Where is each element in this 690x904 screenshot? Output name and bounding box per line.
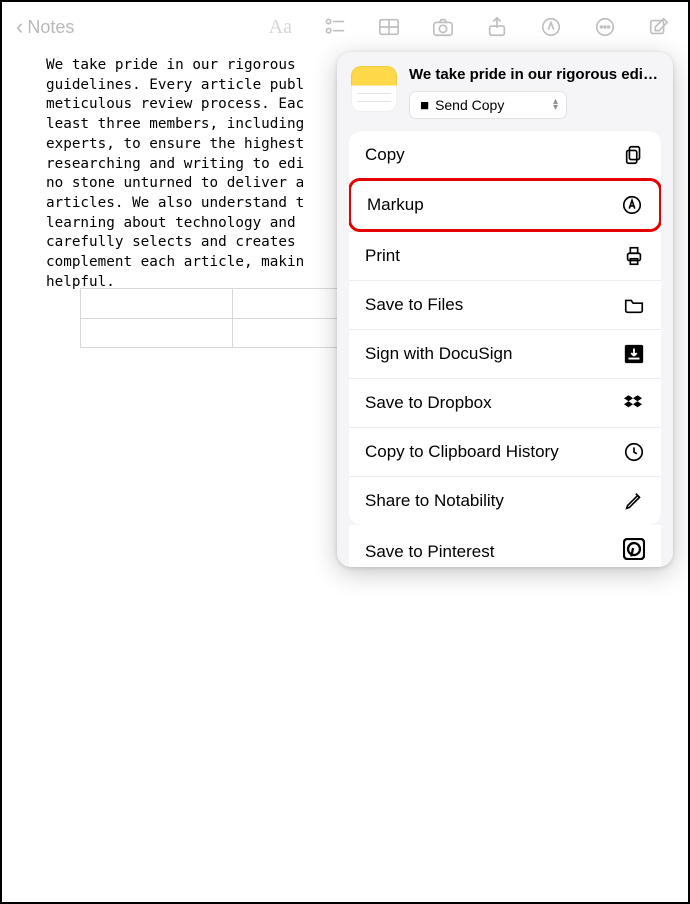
- action-print[interactable]: Print: [349, 231, 661, 280]
- action-sign-docusign[interactable]: Sign with DocuSign: [349, 329, 661, 378]
- share-sheet-header: We take pride in our rigorous edit… ■︎ S…: [337, 52, 673, 131]
- dropbox-icon: [623, 392, 645, 414]
- share-sheet-title: We take pride in our rigorous edit…: [409, 66, 659, 83]
- share-actions-list: Copy Markup Print Save to Files Sign wit…: [349, 131, 661, 525]
- camera-icon[interactable]: [432, 16, 454, 38]
- copy-icon: [623, 144, 645, 166]
- chevron-left-icon: ‹: [16, 16, 23, 38]
- back-button[interactable]: ‹ Notes: [16, 16, 74, 38]
- print-icon: [623, 245, 645, 267]
- history-icon: [623, 441, 645, 463]
- markup-icon: [621, 194, 643, 216]
- compose-icon[interactable]: [648, 16, 670, 38]
- top-toolbar: ‹ Notes Aa: [2, 2, 688, 52]
- action-share-notability[interactable]: Share to Notability: [349, 476, 661, 525]
- action-save-to-files[interactable]: Save to Files: [349, 280, 661, 329]
- more-icon[interactable]: [594, 16, 616, 38]
- markup-toolbar-icon[interactable]: [540, 16, 562, 38]
- note-table[interactable]: [80, 288, 342, 348]
- checklist-icon[interactable]: [324, 16, 346, 38]
- send-copy-label: Send Copy: [435, 97, 504, 113]
- notes-app-icon: [351, 66, 397, 112]
- back-label: Notes: [27, 17, 74, 38]
- text-style-icon[interactable]: Aa: [269, 16, 292, 39]
- action-save-pinterest[interactable]: Save to Pinterest: [349, 525, 661, 567]
- send-copy-selector[interactable]: ■︎ Send Copy ▴▾: [409, 91, 567, 119]
- toolbar-actions: Aa: [269, 2, 670, 52]
- action-copy[interactable]: Copy: [349, 131, 661, 179]
- chevron-updown-icon: ▴▾: [553, 99, 558, 111]
- action-markup[interactable]: Markup: [349, 178, 661, 232]
- pencil-icon: [623, 490, 645, 512]
- document-icon: ■︎: [420, 98, 429, 113]
- share-sheet: We take pride in our rigorous edit… ■︎ S…: [337, 52, 673, 567]
- inbox-icon: [623, 343, 645, 365]
- pinterest-icon: [623, 538, 645, 565]
- folder-icon: [623, 294, 645, 316]
- table-icon[interactable]: [378, 16, 400, 38]
- action-save-dropbox[interactable]: Save to Dropbox: [349, 378, 661, 427]
- action-clipboard-history[interactable]: Copy to Clipboard History: [349, 427, 661, 476]
- share-icon[interactable]: [486, 16, 508, 38]
